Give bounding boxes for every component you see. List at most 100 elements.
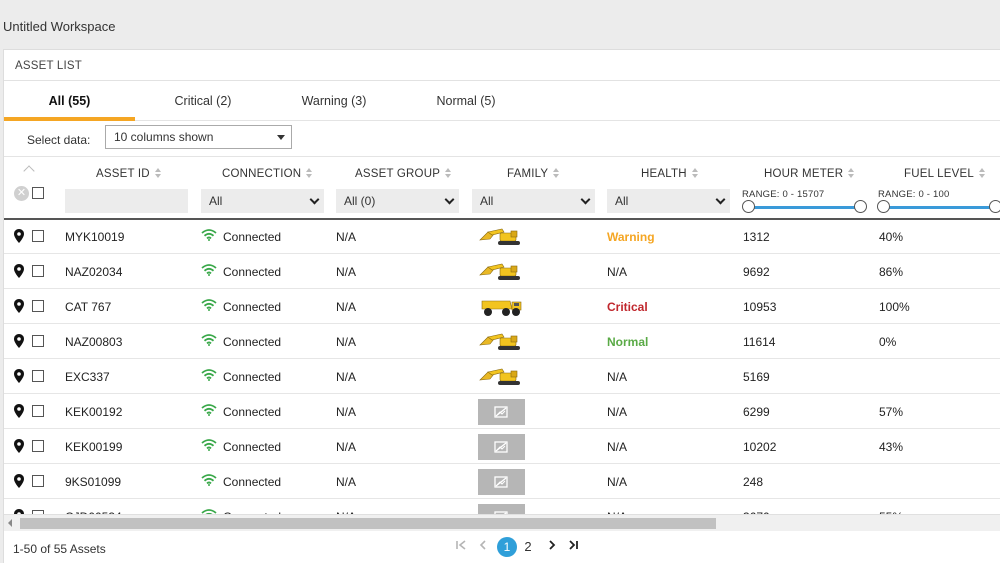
asset-id-cell[interactable]: MYK10019 (65, 230, 124, 244)
sort-icon[interactable] (848, 168, 855, 178)
health-cell: N/A (607, 265, 628, 279)
filter-value: All (209, 194, 223, 208)
asset-id-cell[interactable]: KEK00199 (65, 440, 122, 454)
map-pin-icon[interactable] (14, 404, 24, 418)
row-checkbox[interactable] (32, 475, 44, 487)
tab-critical[interactable]: Critical (2) (139, 81, 267, 121)
column-header-asset-group[interactable]: ASSET GROUP (355, 168, 452, 180)
column-header-fuel-level[interactable]: FUEL LEVEL (904, 168, 986, 180)
fuel-level-cell: 0% (879, 335, 897, 349)
page-2-button[interactable]: 2 (521, 537, 535, 557)
health-cell: Critical (607, 300, 648, 314)
sort-icon[interactable] (691, 168, 699, 178)
hour-meter-cell: 11614 (743, 335, 776, 349)
table-row[interactable]: KEK00192 Connected N/A N/A 6299 57% (4, 394, 1000, 429)
table-row[interactable]: CAT 767 Connected N/A Critical 10953 100… (4, 289, 1000, 324)
column-header-hour-meter[interactable]: HOUR METER (764, 168, 855, 180)
asset-group-filter-select[interactable]: All (0) (336, 189, 459, 213)
prev-page-icon[interactable] (476, 537, 490, 557)
wifi-icon (201, 439, 217, 451)
health-filter-select[interactable]: All (607, 189, 730, 213)
table-row[interactable]: NAZ00803 Connected N/A Normal 11614 0% (4, 324, 1000, 359)
map-pin-icon[interactable] (14, 369, 24, 383)
health-cell: Warning (607, 230, 655, 244)
row-checkbox[interactable] (32, 300, 44, 312)
no-image-icon (478, 399, 525, 425)
asset-id-filter-input[interactable] (65, 189, 188, 213)
table-row[interactable]: CJD00534 Connected N/A N/A 3670 55% (4, 499, 1000, 514)
first-page-icon[interactable] (454, 537, 468, 557)
row-checkbox[interactable] (32, 265, 44, 277)
clear-filters-icon[interactable]: ✕ (14, 186, 29, 201)
map-pin-icon[interactable] (14, 264, 24, 278)
fuel-level-min-handle[interactable] (877, 200, 890, 213)
asset-group-cell: N/A (336, 475, 357, 489)
asset-id-cell[interactable]: 9KS01099 (65, 475, 121, 489)
caret-down-icon (277, 135, 285, 140)
health-cell: N/A (607, 440, 628, 454)
table-row[interactable]: 9KS01099 Connected N/A N/A 248 (4, 464, 1000, 499)
sort-icon[interactable] (553, 168, 560, 178)
no-image-icon (478, 469, 525, 495)
scrollbar-thumb[interactable] (20, 518, 716, 529)
row-checkbox[interactable] (32, 230, 44, 242)
table-row[interactable]: KEK00199 Connected N/A N/A 10202 43% (4, 429, 1000, 464)
map-pin-icon[interactable] (14, 334, 24, 348)
column-header-family[interactable]: FAMILY (507, 168, 560, 180)
next-page-icon[interactable] (545, 537, 559, 557)
row-checkbox[interactable] (32, 440, 44, 452)
column-label: CONNECTION (222, 168, 302, 180)
tab-normal[interactable]: Normal (5) (402, 81, 530, 121)
family-filter-select[interactable]: All (472, 189, 595, 213)
page-1-button[interactable]: 1 (497, 537, 517, 557)
hour-meter-slider-track[interactable] (748, 206, 860, 209)
row-checkbox[interactable] (32, 335, 44, 347)
column-header-asset-id[interactable]: ASSET ID (96, 168, 162, 180)
column-header-connection[interactable]: CONNECTION (222, 168, 313, 180)
panel-title: ASSET LIST (4, 50, 1000, 81)
hour-meter-min-handle[interactable] (742, 200, 755, 213)
asset-id-cell[interactable]: NAZ00803 (65, 335, 122, 349)
row-checkbox[interactable] (32, 370, 44, 382)
sort-icon[interactable] (154, 168, 162, 178)
table-row[interactable]: MYK10019 Connected N/A Warning 1312 40% (4, 219, 1000, 254)
columns-select[interactable]: 10 columns shown (105, 125, 292, 149)
fuel-level-cell: 57% (879, 405, 904, 419)
filter-value: All (0) (344, 194, 376, 208)
tab-all[interactable]: All (55) (4, 81, 135, 121)
table-row[interactable]: NAZ02034 Connected N/A N/A 9692 86% (4, 254, 1000, 289)
map-pin-icon[interactable] (14, 439, 24, 453)
scroll-left-icon[interactable] (8, 519, 12, 527)
hour-meter-cell: 10202 (743, 440, 777, 454)
asset-id-cell[interactable]: KEK00192 (65, 405, 122, 419)
sort-icon[interactable] (306, 168, 313, 178)
chevron-up-icon[interactable] (23, 165, 35, 177)
wifi-icon (201, 264, 217, 276)
health-cell: N/A (607, 475, 628, 489)
last-page-icon[interactable] (566, 537, 582, 557)
wifi-icon (201, 474, 217, 486)
connection-filter-select[interactable]: All (201, 189, 324, 213)
map-pin-icon[interactable] (14, 299, 24, 313)
fuel-level-slider-track[interactable] (884, 206, 996, 209)
sort-icon[interactable] (978, 168, 986, 178)
asset-list-panel: ASSET LIST All (55) Critical (2) Warning… (3, 49, 1000, 563)
fuel-level-max-handle[interactable] (989, 200, 1000, 213)
asset-id-cell[interactable]: EXC337 (65, 370, 110, 384)
map-pin-icon[interactable] (14, 229, 24, 243)
wifi-icon (201, 229, 217, 241)
map-pin-icon[interactable] (14, 474, 24, 488)
asset-id-cell[interactable]: CAT 767 (65, 300, 111, 314)
column-header-health[interactable]: HEALTH (641, 168, 699, 180)
connection-cell: Connected (223, 475, 282, 489)
health-cell: Normal (607, 335, 649, 349)
select-all-checkbox[interactable] (32, 187, 44, 199)
connection-cell: Connected (223, 335, 282, 349)
hour-meter-max-handle[interactable] (854, 200, 867, 213)
tab-warning[interactable]: Warning (3) (270, 81, 398, 121)
table-row[interactable]: EXC337 Connected N/A N/A 5169 (4, 359, 1000, 394)
row-checkbox[interactable] (32, 405, 44, 417)
horizontal-scrollbar[interactable] (4, 514, 1000, 531)
sort-icon[interactable] (445, 168, 452, 178)
asset-id-cell[interactable]: NAZ02034 (65, 265, 122, 279)
